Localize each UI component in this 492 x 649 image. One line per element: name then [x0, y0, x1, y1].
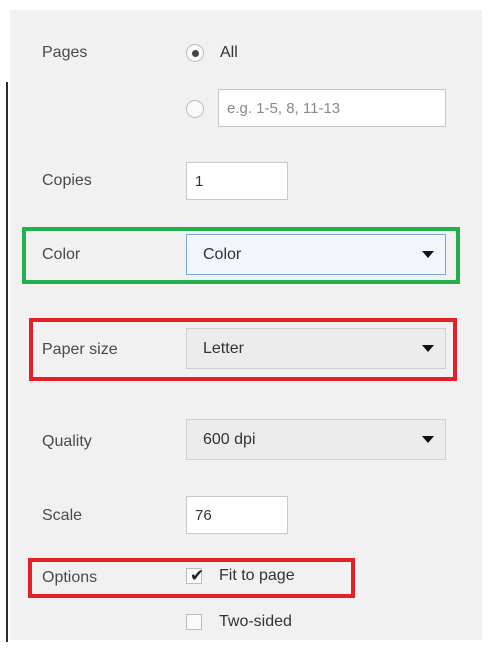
color-select[interactable]: Color [186, 234, 446, 275]
color-select-value: Color [203, 246, 242, 263]
quality-select[interactable]: 600 dpi [186, 419, 446, 460]
radio-selected-dot [192, 50, 199, 57]
paper-size-select-value: Letter [203, 340, 244, 357]
paper-size-select[interactable]: Letter [186, 328, 446, 369]
scale-label: Scale [42, 507, 83, 524]
pages-label: Pages [42, 44, 88, 61]
fit-to-page-label: Fit to page [219, 567, 295, 584]
dropdown-arrow-icon [422, 251, 434, 258]
options-label: Options [42, 569, 98, 586]
panel-divider [6, 82, 8, 642]
color-label: Color [42, 246, 81, 263]
copies-label: Copies [42, 172, 92, 189]
fit-to-page-checkbox[interactable]: ✔ [186, 566, 205, 586]
two-sided-checkbox[interactable] [186, 614, 202, 630]
quality-select-value: 600 dpi [203, 431, 256, 448]
copies-input[interactable] [186, 162, 288, 200]
checkmark-icon: ✔ [190, 566, 205, 586]
pages-all-label: All [220, 44, 238, 61]
pages-all-radio[interactable] [186, 44, 204, 62]
two-sided-label: Two-sided [219, 613, 292, 630]
dropdown-arrow-icon [422, 436, 434, 443]
pages-custom-radio[interactable] [186, 100, 204, 118]
dropdown-arrow-icon [422, 345, 434, 352]
scale-input[interactable] [186, 496, 288, 534]
quality-label: Quality [42, 433, 92, 450]
paper-size-label: Paper size [42, 341, 118, 358]
pages-range-input[interactable] [218, 89, 446, 127]
